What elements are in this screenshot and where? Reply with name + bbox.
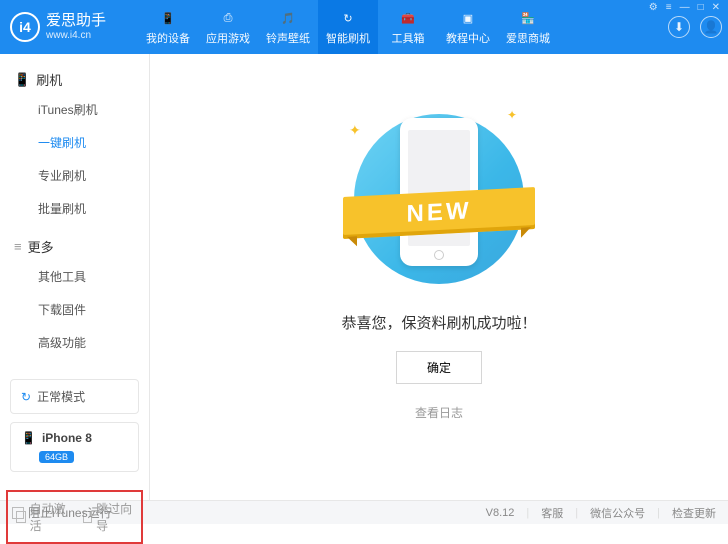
view-log-link[interactable]: 查看日志: [415, 404, 463, 421]
tab-ringtones[interactable]: 🎵铃声壁纸: [258, 0, 318, 54]
device-mode[interactable]: ↻ 正常模式: [10, 379, 139, 414]
app-logo: i4 爱思助手 www.i4.cn: [10, 12, 138, 42]
support-link[interactable]: 客服: [541, 505, 563, 521]
apps-icon: ⎙: [218, 8, 238, 28]
window-controls: ⚙ ≡ — □ ✕: [647, 2, 722, 13]
header-actions: ⬇ 👤: [668, 16, 722, 38]
menu-icon[interactable]: ≡: [664, 2, 674, 13]
wechat-link[interactable]: 微信公众号: [590, 505, 645, 521]
sidebar-item-other-tools[interactable]: 其他工具: [14, 260, 135, 293]
top-nav: 📱我的设备 ⎙应用游戏 🎵铃声壁纸 ↻智能刷机 🧰工具箱 ▣教程中心 🏪爱思商城: [138, 0, 558, 54]
maximize-button[interactable]: □: [696, 2, 706, 13]
phone-icon: 📱: [21, 431, 36, 445]
download-icon[interactable]: ⬇: [668, 16, 690, 38]
tab-smart-flash[interactable]: ↻智能刷机: [318, 0, 378, 54]
phone-icon: 📱: [158, 8, 178, 28]
mode-label: 正常模式: [37, 388, 85, 405]
version-label: V8.12: [486, 507, 515, 519]
main-content: ✦ ✦ NEW 恭喜您，保资料刷机成功啦！ 确定 查看日志: [150, 54, 728, 500]
minimize-button[interactable]: —: [678, 2, 692, 13]
sync-icon: ↻: [21, 390, 31, 404]
sidebar-item-pro-flash[interactable]: 专业刷机: [14, 159, 135, 192]
device-info[interactable]: 📱 iPhone 8 64GB: [10, 422, 139, 472]
success-illustration: ✦ ✦ NEW: [339, 104, 539, 294]
app-url: www.i4.cn: [46, 30, 106, 41]
sidebar-group-more: ≡ 更多: [14, 233, 135, 260]
tab-tutorials[interactable]: ▣教程中心: [438, 0, 498, 54]
sidebar-item-batch-flash[interactable]: 批量刷机: [14, 192, 135, 225]
status-bar: 阻止iTunes运行 V8.12 | 客服 | 微信公众号 | 检查更新: [0, 500, 728, 524]
sidebar-item-advanced[interactable]: 高级功能: [14, 326, 135, 359]
phone-icon: 📱: [14, 72, 30, 88]
check-update-link[interactable]: 检查更新: [672, 505, 716, 521]
sidebar-item-one-click-flash[interactable]: 一键刷机: [14, 126, 135, 159]
ok-button[interactable]: 确定: [396, 351, 482, 384]
tab-my-device[interactable]: 📱我的设备: [138, 0, 198, 54]
sparkle-icon: ✦: [349, 122, 361, 139]
app-name: 爱思助手: [46, 13, 106, 30]
user-icon[interactable]: 👤: [700, 16, 722, 38]
settings-icon[interactable]: ⚙: [647, 2, 660, 13]
refresh-icon: ↻: [338, 8, 358, 28]
device-name: iPhone 8: [42, 431, 92, 445]
checkbox-icon: [12, 507, 24, 519]
tab-apps-games[interactable]: ⎙应用游戏: [198, 0, 258, 54]
toolbox-icon: 🧰: [398, 8, 418, 28]
sidebar-group-flash: 📱 刷机: [14, 66, 135, 93]
close-button[interactable]: ✕: [710, 2, 722, 13]
sidebar: 📱 刷机 iTunes刷机 一键刷机 专业刷机 批量刷机 ≡ 更多 其他工具 下…: [0, 54, 150, 500]
sidebar-item-download-firmware[interactable]: 下载固件: [14, 293, 135, 326]
sparkle-icon: ✦: [507, 108, 517, 122]
sidebar-item-itunes-flash[interactable]: iTunes刷机: [14, 93, 135, 126]
music-icon: 🎵: [278, 8, 298, 28]
tab-store[interactable]: 🏪爱思商城: [498, 0, 558, 54]
block-itunes-checkbox[interactable]: 阻止iTunes运行: [12, 504, 112, 521]
logo-icon: i4: [10, 12, 40, 42]
store-icon: 🏪: [518, 8, 538, 28]
tab-toolbox[interactable]: 🧰工具箱: [378, 0, 438, 54]
tutorial-icon: ▣: [458, 8, 478, 28]
success-message: 恭喜您，保资料刷机成功啦！: [341, 312, 536, 333]
list-icon: ≡: [14, 239, 22, 254]
app-header: i4 爱思助手 www.i4.cn 📱我的设备 ⎙应用游戏 🎵铃声壁纸 ↻智能刷…: [0, 0, 728, 54]
storage-badge: 64GB: [39, 451, 74, 463]
